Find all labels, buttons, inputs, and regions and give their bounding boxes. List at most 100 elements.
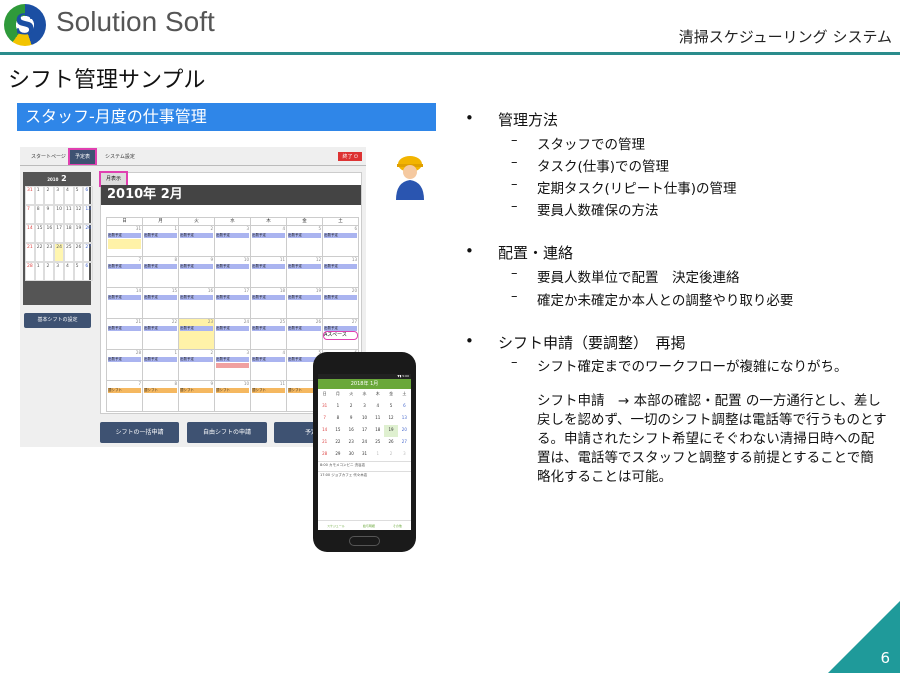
calendar-cell[interactable]: 18 出勤予定	[251, 288, 287, 319]
calendar-cell[interactable]: 17 出勤予定	[215, 288, 251, 319]
event-chip[interactable]: 出勤予定	[288, 295, 321, 300]
event-chip[interactable]: 出勤予定	[144, 295, 177, 300]
event-chip[interactable]: 出勤予定	[216, 357, 249, 362]
alert-chip[interactable]	[216, 363, 249, 368]
tab-schedule[interactable]: 予定表	[67, 148, 98, 166]
phone-day[interactable]: 11	[371, 413, 384, 425]
mini-cal-day[interactable]: 1	[34, 186, 45, 205]
event-chip[interactable]: 出勤予定	[252, 264, 285, 269]
phone-day[interactable]: 17	[358, 425, 371, 437]
event-chip[interactable]: 出勤予定	[324, 295, 357, 300]
mini-cal-day[interactable]: 28	[25, 262, 35, 281]
calendar-cell[interactable]: 1 出勤予定	[143, 226, 179, 257]
mini-cal-day[interactable]: 11	[63, 205, 74, 224]
mini-cal-day[interactable]: 4	[63, 186, 74, 205]
mini-cal-day[interactable]: 22	[34, 243, 45, 262]
calendar-cell[interactable]: 7 出勤予定	[107, 257, 143, 288]
highlight-chip[interactable]: Aスペース	[323, 331, 358, 340]
calendar-cell[interactable]: 19 出勤予定	[287, 288, 323, 319]
phone-day[interactable]: 22	[331, 437, 344, 449]
calendar-cell[interactable]: 3 出勤予定	[215, 350, 251, 381]
mini-cal-day[interactable]: 3	[54, 186, 64, 205]
event-chip[interactable]: 出勤予定	[216, 233, 249, 238]
shift-chip[interactable]: 週シフト	[108, 388, 141, 393]
calendar-cell[interactable]: 20 出勤予定	[323, 288, 359, 319]
calendar-cell[interactable]: 21 出勤予定	[107, 319, 143, 350]
phone-day[interactable]: 12	[384, 413, 397, 425]
calendar-cell[interactable]: 15 出勤予定	[143, 288, 179, 319]
phone-day[interactable]: 31	[318, 401, 331, 413]
phone-tab-other[interactable]: その他	[393, 524, 402, 528]
calendar-cell[interactable]: 8 週シフト	[143, 381, 179, 412]
calendar-cell[interactable]: 9 週シフト	[179, 381, 215, 412]
calendar-cell[interactable]: 27 出勤予定 Aスペース	[323, 319, 359, 350]
event-chip[interactable]: 出勤予定	[108, 326, 141, 331]
calendar-cell[interactable]: 13 出勤予定	[323, 257, 359, 288]
phone-day[interactable]: 3	[398, 449, 411, 461]
phone-day[interactable]: 7	[318, 413, 331, 425]
phone-day[interactable]: 30	[345, 449, 358, 461]
calendar-cell[interactable]: 6 出勤予定	[323, 226, 359, 257]
calendar-cell[interactable]: 2 出勤予定	[179, 226, 215, 257]
mini-cal-day[interactable]: 6	[83, 262, 94, 281]
event-chip[interactable]: 出勤予定	[216, 264, 249, 269]
mini-cal-day[interactable]: 1	[34, 262, 45, 281]
phone-day[interactable]: 24	[358, 437, 371, 449]
calendar-cell[interactable]: 24 出勤予定	[215, 319, 251, 350]
event-chip[interactable]: 出勤予定	[288, 233, 321, 238]
calendar-cell[interactable]: 3 出勤予定	[215, 226, 251, 257]
shift-chip[interactable]: 週シフト	[216, 388, 249, 393]
mini-cal-day[interactable]: 24	[54, 243, 64, 262]
event-chip[interactable]: 出勤予定	[144, 233, 177, 238]
phone-day[interactable]: 1	[331, 401, 344, 413]
event-chip[interactable]: 出勤予定	[108, 264, 141, 269]
end-button[interactable]: 終了 ⏻	[338, 152, 362, 161]
phone-day[interactable]: 26	[384, 437, 397, 449]
phone-list-item[interactable]: 8:00 カモメコンビニ 渋谷店	[318, 461, 411, 471]
mini-cal-day[interactable]: 9	[44, 205, 55, 224]
calendar-cell[interactable]: 11 週シフト	[251, 381, 287, 412]
mini-cal-day[interactable]: 12	[73, 205, 84, 224]
mini-cal-day[interactable]: 5	[73, 262, 84, 281]
event-chip[interactable]: 出勤予定	[324, 233, 357, 238]
phone-day[interactable]: 3	[358, 401, 371, 413]
phone-day[interactable]: 20	[398, 425, 411, 437]
calendar-cell[interactable]: 1 出勤予定	[143, 350, 179, 381]
phone-day[interactable]: 18	[371, 425, 384, 437]
phone-day[interactable]: 31	[358, 449, 371, 461]
phone-list-item[interactable]: 17:00 ジョブカフェ 代々木店	[318, 471, 411, 481]
phone-day[interactable]: 2	[345, 401, 358, 413]
event-chip[interactable]: 出勤予定	[252, 326, 285, 331]
mini-cal-day[interactable]: 10	[54, 205, 64, 224]
calendar-cell[interactable]: 12 出勤予定	[287, 257, 323, 288]
mini-cal-day[interactable]: 18	[63, 224, 74, 243]
mini-cal-day[interactable]: 15	[34, 224, 45, 243]
event-chip[interactable]: 出勤予定	[252, 357, 285, 362]
event-chip[interactable]: 出勤予定	[216, 295, 249, 300]
event-chip[interactable]: 出勤予定	[144, 326, 177, 331]
phone-day[interactable]: 13	[398, 413, 411, 425]
mini-cal-day[interactable]: 31	[25, 186, 35, 205]
mini-cal-day[interactable]: 4	[63, 262, 74, 281]
event-chip[interactable]: 出勤予定	[144, 264, 177, 269]
phone-day[interactable]: 23	[345, 437, 358, 449]
event-chip[interactable]: 出勤予定	[252, 233, 285, 238]
mini-cal-day[interactable]: 25	[63, 243, 74, 262]
calendar-cell[interactable]: 4 出勤予定	[251, 226, 287, 257]
mini-cal-day[interactable]: 7	[25, 205, 35, 224]
phone-day[interactable]: 29	[331, 449, 344, 461]
phone-day[interactable]: 8	[331, 413, 344, 425]
calendar-cell[interactable]: 5 出勤予定	[287, 226, 323, 257]
phone-day[interactable]: 5	[384, 401, 397, 413]
tab-start[interactable]: スタートページ	[26, 150, 71, 164]
mini-cal-day[interactable]: 20	[83, 224, 94, 243]
mini-cal-day[interactable]: 16	[44, 224, 55, 243]
calendar-cell[interactable]: 26 出勤予定	[287, 319, 323, 350]
free-shift-request-button[interactable]: 自由シフトの申請	[187, 422, 267, 443]
calendar-cell[interactable]: 10 出勤予定	[215, 257, 251, 288]
event-chip[interactable]: 出勤予定	[216, 326, 249, 331]
month-view-tab[interactable]: 月表示	[98, 171, 129, 187]
shift-chip[interactable]: 週シフト	[144, 388, 177, 393]
event-chip[interactable]: 出勤予定	[180, 233, 213, 238]
calendar-cell[interactable]: 10 週シフト	[215, 381, 251, 412]
